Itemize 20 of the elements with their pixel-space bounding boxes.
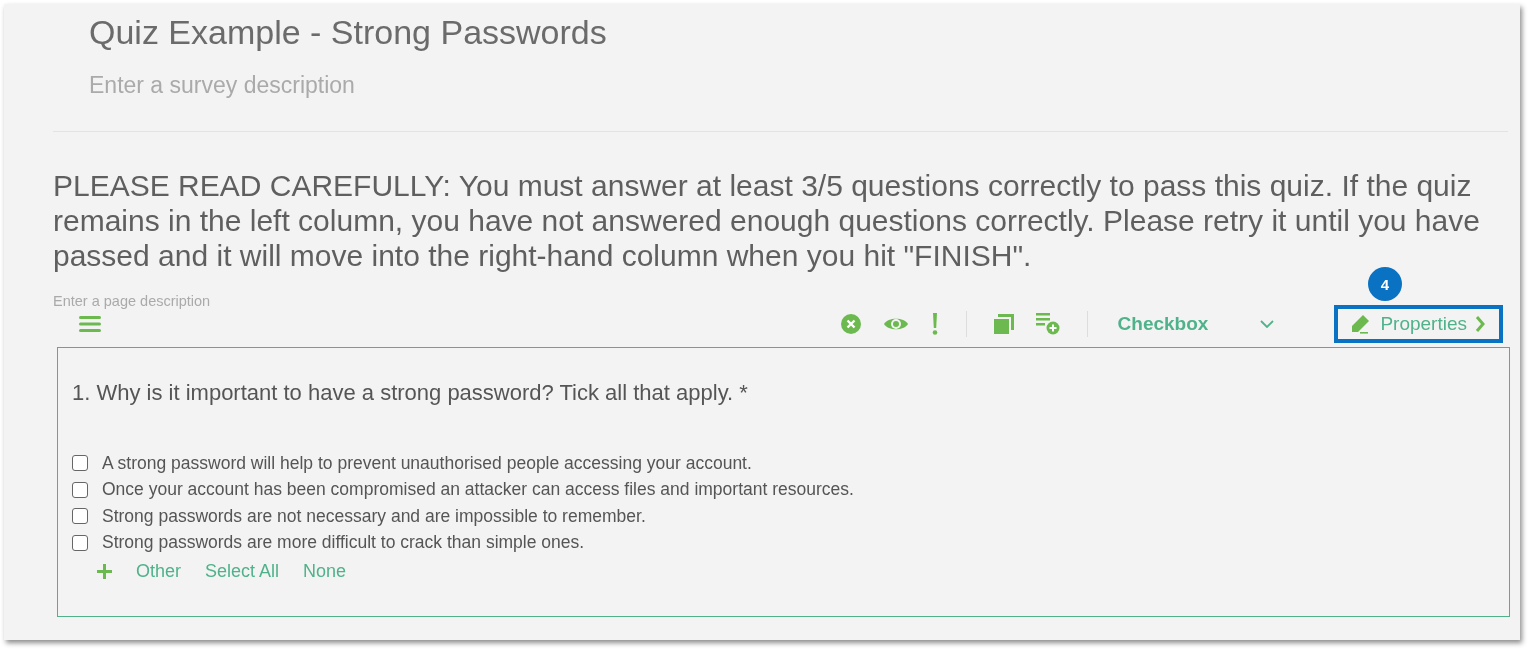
checkbox[interactable] bbox=[72, 508, 88, 525]
checkbox[interactable] bbox=[72, 481, 88, 498]
chevron-right-icon bbox=[1475, 316, 1485, 332]
chevron-down-icon bbox=[1260, 320, 1275, 328]
choice-label[interactable]: Strong passwords are not necessary and are impossible to remember. bbox=[102, 505, 646, 527]
add-to-list-icon[interactable] bbox=[1035, 313, 1060, 335]
checkbox[interactable] bbox=[72, 534, 88, 551]
survey-title[interactable]: Quiz Example - Strong Passwords bbox=[89, 14, 1508, 50]
drag-handle-icon[interactable] bbox=[79, 316, 101, 332]
checkbox[interactable] bbox=[72, 455, 88, 472]
step-number-badge: 4 bbox=[1368, 267, 1402, 301]
choice-label[interactable]: Strong passwords are more difficult to crack than simple ones. bbox=[102, 532, 585, 554]
delete-icon[interactable] bbox=[840, 314, 861, 334]
required-icon[interactable] bbox=[930, 313, 939, 335]
copy-icon[interactable] bbox=[993, 314, 1014, 334]
plus-icon[interactable] bbox=[97, 564, 112, 579]
question-title[interactable]: 1. Why is it important to have a strong password? Tick all that apply. * bbox=[72, 380, 1509, 406]
eye-icon[interactable] bbox=[882, 316, 909, 332]
choice-label[interactable]: A strong password will help to prevent unauthorised people accessing your account. bbox=[102, 452, 752, 474]
choice-label[interactable]: Once your account has been compromised an attacker can access files and important resources. bbox=[102, 479, 854, 501]
